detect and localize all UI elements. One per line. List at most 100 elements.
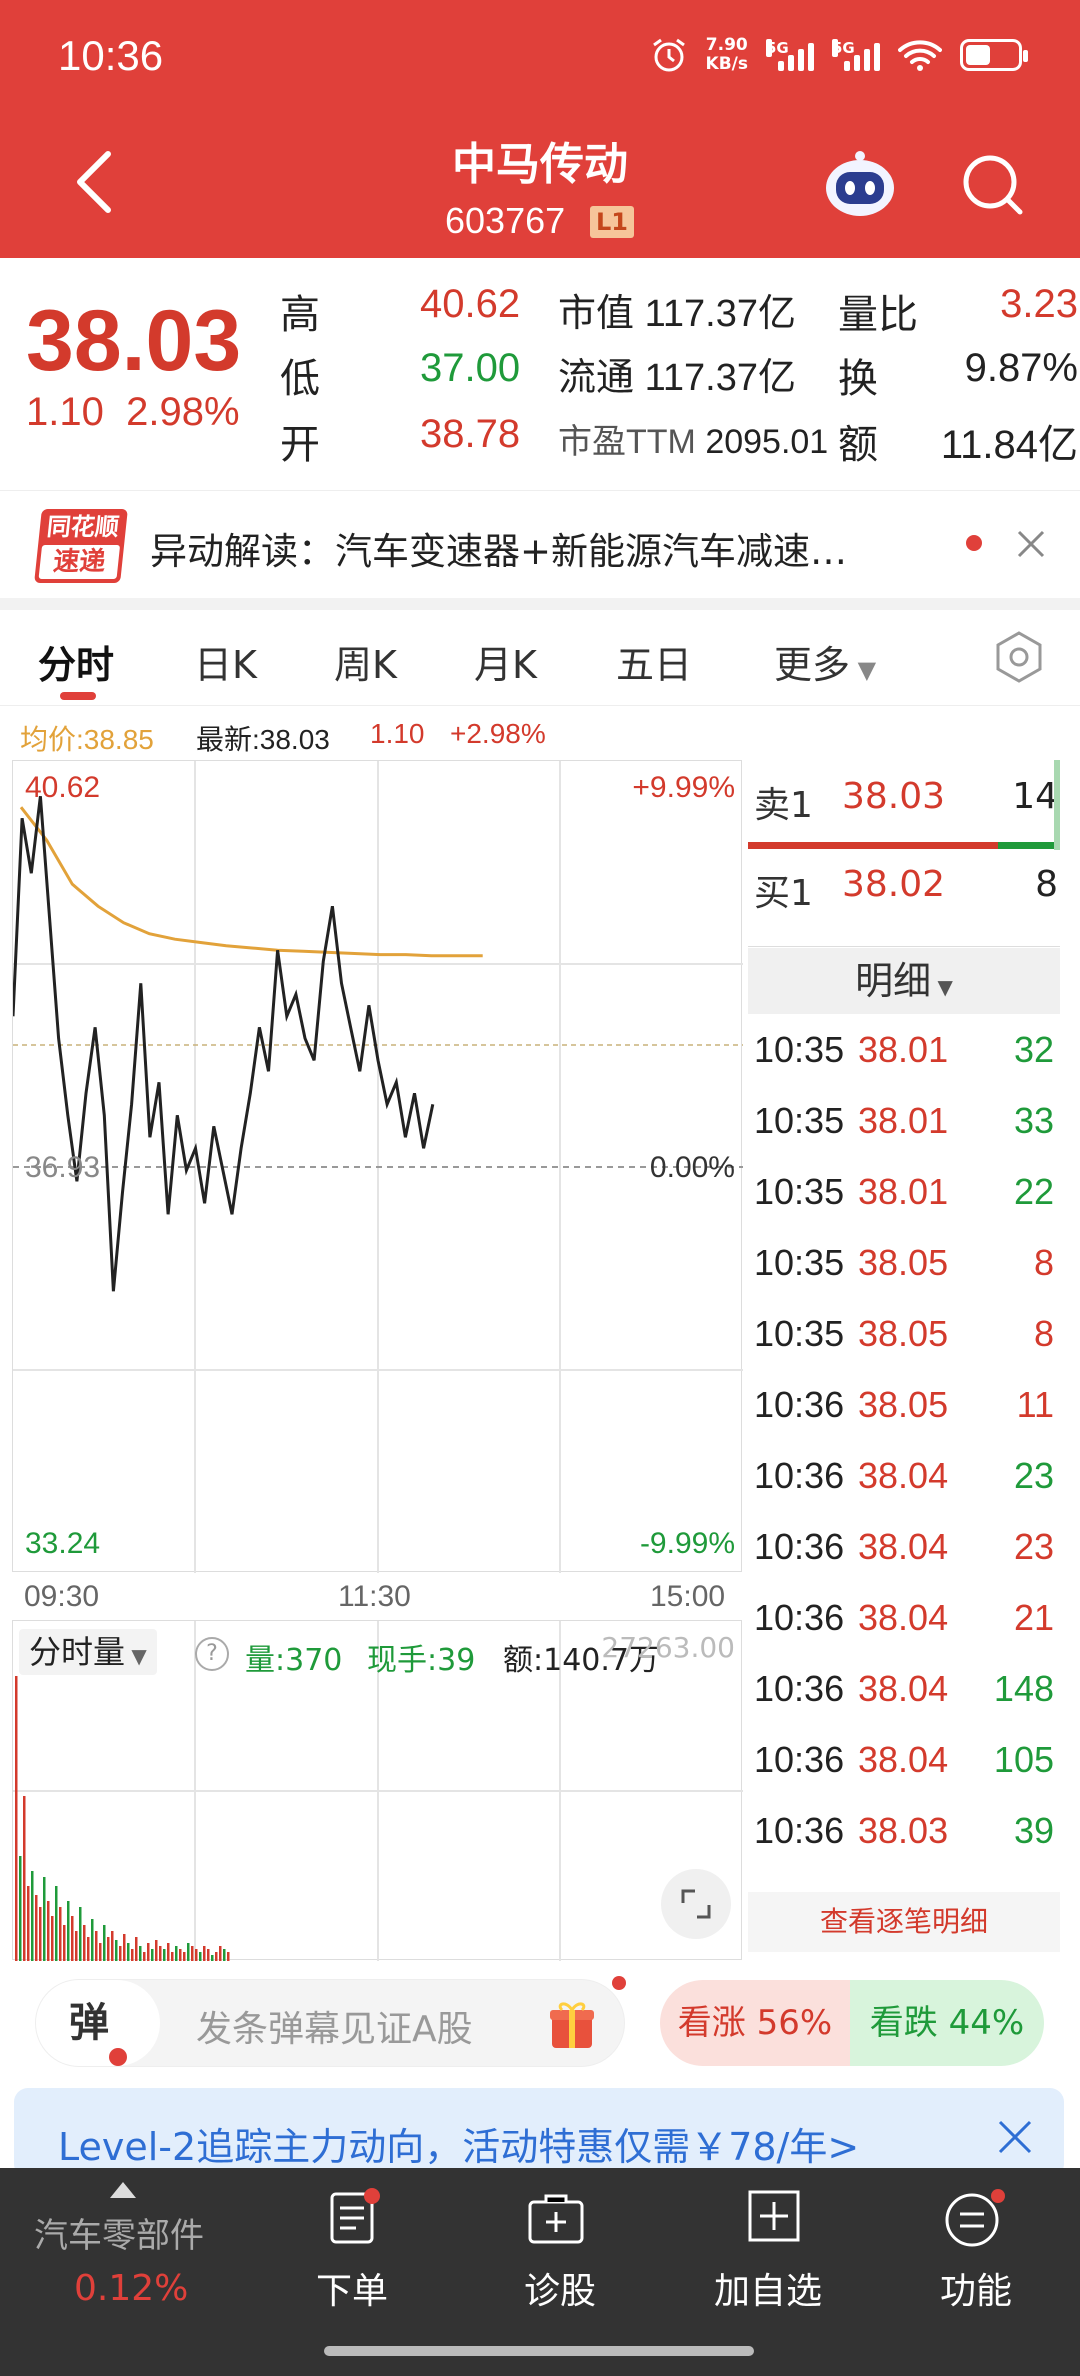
order-book-panel: 卖1 38.03 14 买1 38.02 8 明细 ▼ 10:35 38.01 32… <box>748 760 1064 1952</box>
level-badge[interactable]: L1 <box>590 206 634 238</box>
volume-bars <box>15 1676 230 1961</box>
view-all-trades[interactable]: 查看逐笔明细 <box>748 1892 1060 1952</box>
volume-bar <box>219 1946 222 1961</box>
bearish-button[interactable]: 看跌 44% <box>850 1980 1044 2066</box>
price-line <box>13 796 435 1292</box>
signal-1-icon: 5G <box>766 39 814 71</box>
bullish-button[interactable]: 看涨 56% <box>660 1980 850 2066</box>
volume-bar <box>151 1949 154 1961</box>
tab-daily-k[interactable]: 日K <box>194 634 257 689</box>
tab-more[interactable]: 更多 ▼ <box>774 634 876 689</box>
diagnose-icon <box>528 2194 584 2244</box>
volume-bar <box>155 1940 158 1961</box>
volume-bar <box>207 1949 210 1961</box>
volume-bar <box>87 1937 90 1961</box>
trade-time: 10:35 <box>754 1100 845 1141</box>
order-button[interactable]: 下单 <box>300 2188 404 2358</box>
volume-bar <box>15 1676 18 1961</box>
add-watchlist-button[interactable]: 加自选 <box>708 2188 848 2358</box>
tab-monthly-k[interactable]: 月K <box>474 634 537 689</box>
volume-bar <box>39 1907 42 1961</box>
detail-toggle[interactable]: 明细 ▼ <box>748 948 1060 1014</box>
volume-bar <box>227 1952 230 1961</box>
tab-weekly-k[interactable]: 周K <box>334 634 397 689</box>
volume-bar <box>135 1937 138 1961</box>
volume-bar <box>27 1886 30 1961</box>
trade-qty: 8 <box>1033 1242 1054 1283</box>
depth-bar <box>1054 760 1060 850</box>
network-speed: 7.90 KB/s <box>705 35 748 74</box>
intraday-chart[interactable]: 40.62 36.93 33.24 +9.99% 0.00% -9.99% <box>12 760 743 1573</box>
volume-bar <box>99 1943 102 1961</box>
volume-max-label: 27263.00 <box>601 1631 735 1664</box>
danmu-bar[interactable]: 弹 发条弹幕见证A股 <box>36 1976 626 2066</box>
volume-bar <box>35 1895 38 1961</box>
settings-icon[interactable] <box>992 630 1046 684</box>
time-mid: 11:30 <box>338 1580 411 1613</box>
function-button[interactable]: 功能 <box>932 2188 1042 2358</box>
tab-five-day[interactable]: 五日 <box>616 634 692 689</box>
y-max-label: 40.62 <box>25 771 101 804</box>
open-label: 开 <box>280 423 320 467</box>
volume-selector[interactable]: 分时量 ▼ <box>19 1629 157 1675</box>
price-change: 1.10 2.98% <box>26 390 240 434</box>
trade-qty: 105 <box>993 1739 1054 1780</box>
sector-name[interactable]: 汽车零部件 <box>34 2208 204 2257</box>
separator <box>0 598 1080 610</box>
signal-2-icon: 5G <box>832 39 880 71</box>
news-text[interactable]: 异动解读：汽车变速器+新能源汽车减速… <box>150 521 847 575</box>
alarm-icon <box>652 38 685 72</box>
trade-time: 10:35 <box>754 1029 845 1070</box>
volume-bar <box>183 1952 186 1961</box>
trade-row: 10:36 38.04 23 <box>748 1440 1060 1511</box>
time-end: 15:00 <box>650 1580 726 1613</box>
volume-bar <box>191 1946 194 1961</box>
danmu-icon[interactable]: 弹 <box>36 1980 160 2066</box>
search-icon[interactable] <box>960 152 1026 218</box>
trade-price: 38.01 <box>858 1029 949 1070</box>
buy1-price: 38.02 <box>842 864 946 905</box>
fullscreen-button[interactable] <box>661 1869 731 1939</box>
chart-info: 均价:38.85 最新:38.03 1.10 +2.98% <box>0 708 740 758</box>
high-label: 高 <box>280 293 320 337</box>
volume-bar <box>115 1940 118 1961</box>
gift-icon[interactable] <box>544 1996 600 2052</box>
volume-ratio-value: 3.23 <box>1000 282 1078 326</box>
sector-pct[interactable]: 0.12% <box>74 2268 188 2309</box>
close-news-icon[interactable] <box>1016 529 1046 559</box>
clock: 10:36 <box>58 32 164 79</box>
current-hand: 现手:39 <box>367 1643 476 1678</box>
news-bar[interactable]: 同花顺 速递 异动解读：汽车变速器+新能源汽车减速… <box>0 490 1080 602</box>
danmu-input[interactable]: 发条弹幕见证A股 <box>196 2000 473 2052</box>
buy1-qty: 8 <box>1035 864 1058 905</box>
volume-bar <box>59 1907 62 1961</box>
close-promo-icon[interactable] <box>996 2118 1034 2156</box>
expand-icon <box>681 1889 711 1919</box>
promo-text[interactable]: Level-2追踪主力动向，活动特惠仅需￥78/年> <box>58 2116 859 2171</box>
promo-banner[interactable]: Level-2追踪主力动向，活动特惠仅需￥78/年> <box>14 2088 1064 2178</box>
divider <box>748 946 1060 947</box>
trade-price: 38.05 <box>858 1384 949 1425</box>
trade-time: 10:36 <box>754 1455 845 1496</box>
current-price: 38.03 <box>26 293 242 389</box>
volume-bar <box>43 1877 46 1961</box>
trade-row: 10:35 38.05 8 <box>748 1227 1060 1298</box>
trade-time: 10:36 <box>754 1384 845 1425</box>
volume-chart[interactable]: 分时量 ▼ ? 量:370 现手:39 额:140.7万 27263.00 <box>12 1620 743 1961</box>
tab-intraday[interactable]: 分时 <box>38 634 114 689</box>
volume-bar <box>167 1943 170 1961</box>
volume-bar <box>143 1952 146 1961</box>
trades-list[interactable]: 10:35 38.01 32 10:35 38.01 33 10:35 38.01 22 10:3… <box>748 1014 1060 1880</box>
volume-bar <box>71 1916 74 1961</box>
news-dot <box>966 535 982 551</box>
help-icon[interactable]: ? <box>195 1637 229 1671</box>
robot-assistant-icon[interactable] <box>822 148 898 220</box>
avg-price: 均价:38.85 <box>20 724 154 755</box>
trade-price: 38.03 <box>858 1810 949 1851</box>
chart-tabs: 分时 日K 周K 月K 五日 更多 ▼ <box>0 610 1080 706</box>
battery-icon <box>960 39 1028 71</box>
trade-row: 10:36 38.04 105 <box>748 1724 1060 1795</box>
high-value: 40.62 <box>420 282 521 326</box>
diagnose-button[interactable]: 诊股 <box>512 2188 616 2358</box>
info-pct: +2.98% <box>450 718 546 749</box>
